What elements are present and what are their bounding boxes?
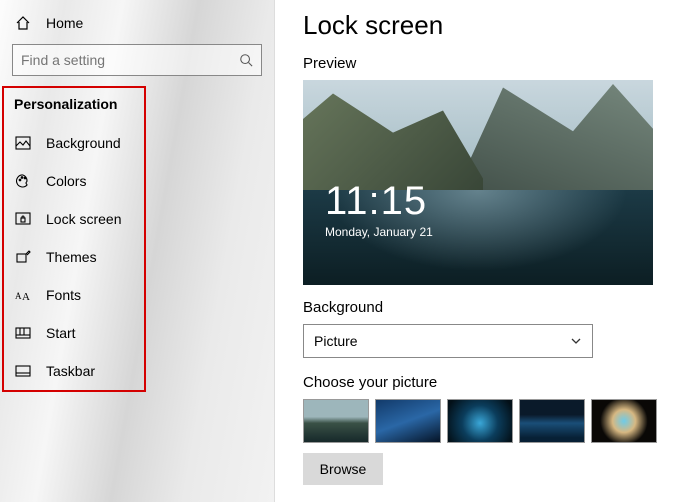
browse-button[interactable]: Browse <box>303 453 383 485</box>
sidebar-item-background[interactable]: Background <box>6 124 268 162</box>
choose-picture-label: Choose your picture <box>303 374 680 391</box>
settings-sidebar: Home Personalization Background Colors <box>0 0 275 502</box>
sidebar-item-label: Lock screen <box>46 211 121 227</box>
sidebar-item-label: Colors <box>46 173 86 189</box>
main-content: Lock screen Preview 11:15 Monday, Januar… <box>275 0 700 502</box>
search-icon <box>239 53 253 67</box>
lock-screen-icon <box>14 210 32 228</box>
home-label: Home <box>46 15 83 31</box>
home-icon <box>14 14 32 32</box>
preview-clock: 11:15 Monday, January 21 <box>325 181 433 239</box>
sidebar-item-themes[interactable]: Themes <box>6 238 268 276</box>
sidebar-item-lock-screen[interactable]: Lock screen <box>6 200 268 238</box>
search-input-container[interactable] <box>12 44 262 76</box>
sidebar-item-label: Fonts <box>46 287 81 303</box>
sidebar-item-label: Taskbar <box>46 363 95 379</box>
sidebar-item-taskbar[interactable]: Taskbar <box>6 352 268 390</box>
sidebar-item-label: Background <box>46 135 121 151</box>
section-header-personalization: Personalization <box>6 90 268 124</box>
svg-text:A: A <box>22 291 30 302</box>
preview-time: 11:15 <box>325 181 433 221</box>
preview-date: Monday, January 21 <box>325 225 433 239</box>
palette-icon <box>14 172 32 190</box>
home-nav[interactable]: Home <box>6 8 268 42</box>
search-input[interactable] <box>21 52 239 68</box>
preview-label: Preview <box>303 55 680 72</box>
page-title: Lock screen <box>303 10 680 41</box>
svg-text:A: A <box>15 291 22 301</box>
sidebar-item-fonts[interactable]: A A Fonts <box>6 276 268 314</box>
picture-thumb[interactable] <box>303 399 369 443</box>
background-dropdown[interactable]: Picture <box>303 324 593 358</box>
sidebar-item-colors[interactable]: Colors <box>6 162 268 200</box>
picture-thumb[interactable] <box>591 399 657 443</box>
dropdown-value: Picture <box>314 333 358 349</box>
sidebar-item-label: Start <box>46 325 76 341</box>
fonts-icon: A A <box>14 286 32 304</box>
picture-thumb[interactable] <box>375 399 441 443</box>
picture-thumbnails <box>303 399 680 443</box>
lock-screen-preview: 11:15 Monday, January 21 <box>303 80 653 285</box>
sidebar-item-start[interactable]: Start <box>6 314 268 352</box>
themes-icon <box>14 248 32 266</box>
taskbar-icon <box>14 362 32 380</box>
sidebar-item-label: Themes <box>46 249 97 265</box>
chevron-down-icon <box>570 335 582 347</box>
picture-thumb[interactable] <box>519 399 585 443</box>
picture-thumb[interactable] <box>447 399 513 443</box>
background-label: Background <box>303 299 680 316</box>
picture-icon <box>14 134 32 152</box>
start-icon <box>14 324 32 342</box>
